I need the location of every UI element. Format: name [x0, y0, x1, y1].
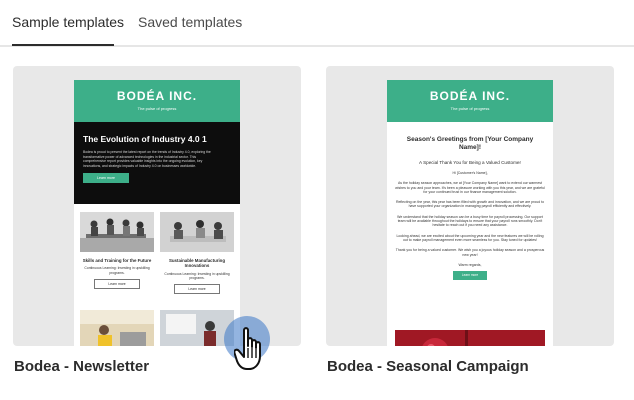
seasonal-paragraph: Thank you for being a valued customer. W…	[395, 248, 545, 257]
tab-sample-templates[interactable]: Sample templates	[12, 14, 124, 30]
active-tab-indicator	[12, 44, 114, 46]
article-cell	[80, 310, 154, 346]
template-name-newsletter[interactable]: Bodea - Newsletter	[14, 358, 149, 375]
hand-pointer-icon	[234, 327, 261, 370]
seasonal-learn-more-button: Learn more	[453, 271, 487, 281]
seasonal-signoff: Warm regards,	[458, 262, 482, 267]
office-team-photo	[80, 212, 154, 252]
brand-tagline: The pulse of progress	[450, 106, 490, 111]
article-title: Sustainable Manufacturing Innovations	[168, 258, 226, 269]
article-cell: Sustainable Manufacturing Innovations Co…	[160, 212, 234, 295]
newsletter-preview: BODÉA INC. The pulse of progress The Evo…	[74, 80, 240, 346]
article-learn-more-button: Learn more	[94, 278, 140, 289]
template-name-seasonal[interactable]: Bodea - Seasonal Campaign	[327, 358, 529, 375]
hero-body: Bodea is proud to present the latest rep…	[83, 150, 211, 168]
seasonal-title: Season's Greetings from [Your Company Na…	[406, 136, 534, 151]
brand-header: BODÉA INC. The pulse of progress	[74, 80, 240, 122]
brand-logo: BODÉA INC.	[116, 89, 198, 103]
hero-section: The Evolution of Industry 4.0 1 Bodea is…	[74, 122, 240, 204]
seasonal-paragraph: Looking ahead, we are excited about the …	[396, 233, 544, 242]
template-tabs: Sample templates Saved templates	[0, 0, 634, 47]
holiday-ornament-image	[395, 330, 545, 346]
article-title: Skills and Training for the Future	[82, 258, 152, 263]
meeting-photo	[160, 212, 234, 252]
seasonal-paragraph: As the holiday season approaches, we at …	[395, 181, 545, 194]
seasonal-content: Season's Greetings from [Your Company Na…	[387, 122, 553, 281]
brand-logo: BODÉA INC.	[429, 89, 511, 103]
seasonal-paragraph: Reflecting on the year, this year has be…	[395, 200, 545, 209]
seasonal-greeting: Hi [Customer's Name],	[452, 171, 488, 175]
brand-header: BODÉA INC. The pulse of progress	[387, 80, 553, 122]
hero-learn-more-button: Learn more	[83, 173, 129, 184]
article-cell: Skills and Training for the Future Conti…	[80, 212, 154, 289]
article-grid: Skills and Training for the Future Conti…	[74, 204, 240, 346]
presentation-photo	[160, 310, 234, 346]
tab-saved-templates[interactable]: Saved templates	[138, 14, 242, 30]
article-body: Continuous Learning: Investing in upskil…	[84, 266, 150, 275]
brand-tagline: The pulse of progress	[137, 106, 177, 111]
template-card-seasonal[interactable]: BODÉA INC. The pulse of progress Season'…	[326, 66, 614, 346]
article-cell	[160, 310, 234, 346]
seasonal-paragraph: We understand that the holiday season ca…	[397, 214, 543, 228]
workshop-photo	[80, 310, 154, 346]
seasonal-preview: BODÉA INC. The pulse of progress Season'…	[387, 80, 553, 346]
article-learn-more-button: Learn more	[174, 284, 220, 295]
template-card-newsletter[interactable]: BODÉA INC. The pulse of progress The Evo…	[13, 66, 301, 346]
seasonal-subtitle: A Special Thank You for Being a Valued C…	[419, 160, 521, 165]
hero-title: The Evolution of Industry 4.0 1	[83, 134, 207, 144]
article-body: Continuous Learning: Investing in upskil…	[164, 271, 230, 281]
